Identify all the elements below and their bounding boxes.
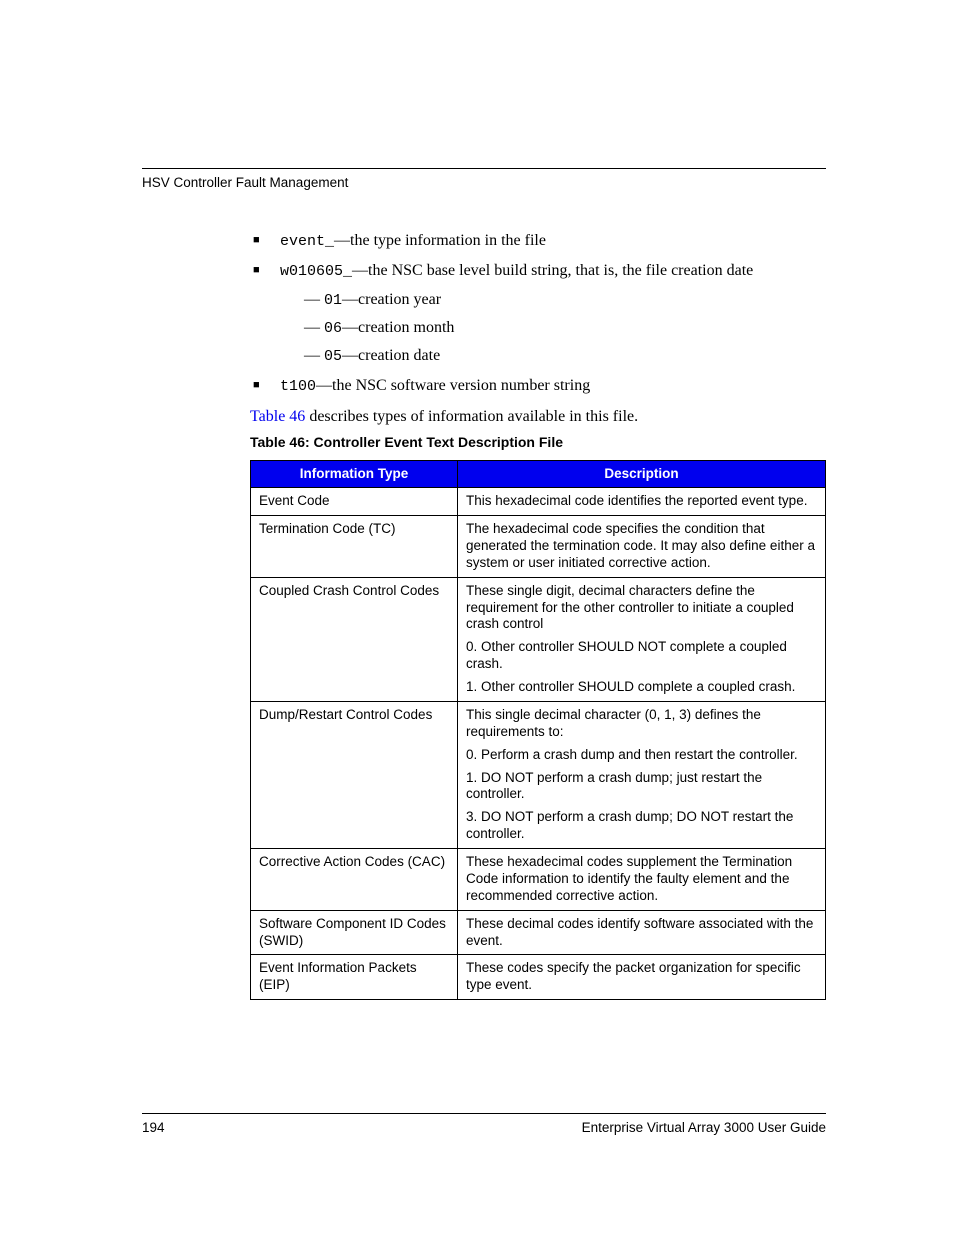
cell-text: 3. DO NOT perform a crash dump; DO NOT r… xyxy=(466,809,817,843)
table-row: Termination Code (TC) The hexadecimal co… xyxy=(251,516,826,578)
cell-desc: These codes specify the packet organizat… xyxy=(458,955,826,1000)
sub-text: —creation date xyxy=(342,347,440,364)
page: HSV Controller Fault Management event_—t… xyxy=(0,0,954,1235)
bullet-item: event_—the type information in the file xyxy=(250,230,826,252)
running-header: HSV Controller Fault Management xyxy=(142,175,826,190)
bullet-text: —the NSC software version number string xyxy=(316,377,590,394)
cell-type: Event Information Packets (EIP) xyxy=(251,955,458,1000)
code-text: 06 xyxy=(324,320,342,337)
cell-text: 1. DO NOT perform a crash dump; just res… xyxy=(466,770,817,804)
cell-desc: These decimal codes identify software as… xyxy=(458,910,826,955)
sub-item: 06—creation month xyxy=(304,317,826,339)
table-row: Corrective Action Codes (CAC) These hexa… xyxy=(251,849,826,911)
cell-text: These single digit, decimal characters d… xyxy=(466,583,817,634)
cell-text: 0. Perform a crash dump and then restart… xyxy=(466,747,817,764)
cell-text: This hexadecimal code identifies the rep… xyxy=(466,493,817,510)
cross-reference-link[interactable]: Table 46 xyxy=(250,408,305,425)
sub-text: —creation month xyxy=(342,319,454,336)
table-row: Event Information Packets (EIP) These co… xyxy=(251,955,826,1000)
code-text: event_ xyxy=(280,233,334,250)
sub-item: 05—creation date xyxy=(304,345,826,367)
sub-item: 01—creation year xyxy=(304,289,826,311)
cell-text: These codes specify the packet organizat… xyxy=(466,960,817,994)
cell-desc: This hexadecimal code identifies the rep… xyxy=(458,488,826,516)
table-header-type: Information Type xyxy=(251,460,458,487)
cell-type: Corrective Action Codes (CAC) xyxy=(251,849,458,911)
code-text: w010605_ xyxy=(280,263,352,280)
bullet-list: event_—the type information in the file … xyxy=(250,230,826,398)
cell-desc: This single decimal character (0, 1, 3) … xyxy=(458,701,826,848)
footer-title: Enterprise Virtual Array 3000 User Guide xyxy=(582,1120,826,1135)
table-row: Event Code This hexadecimal code identif… xyxy=(251,488,826,516)
bullet-text: —the type information in the file xyxy=(334,232,546,249)
cell-desc: These hexadecimal codes supplement the T… xyxy=(458,849,826,911)
table-header-description: Description xyxy=(458,460,826,487)
cell-text: This single decimal character (0, 1, 3) … xyxy=(466,707,817,741)
sub-list: 01—creation year 06—creation month 05—cr… xyxy=(304,289,826,368)
bullet-item: w010605_—the NSC base level build string… xyxy=(250,260,826,367)
cell-type: Software Component ID Codes (SWID) xyxy=(251,910,458,955)
footer: 194 Enterprise Virtual Array 3000 User G… xyxy=(142,1113,826,1135)
cell-text: 1. Other controller SHOULD complete a co… xyxy=(466,679,817,696)
cell-text: These hexadecimal codes supplement the T… xyxy=(466,854,817,905)
code-text: t100 xyxy=(280,378,316,395)
cell-desc: These single digit, decimal characters d… xyxy=(458,577,826,701)
page-number: 194 xyxy=(142,1120,165,1135)
cell-text: The hexadecimal code specifies the condi… xyxy=(466,521,817,572)
code-text: 01 xyxy=(324,292,342,309)
table-row: Software Component ID Codes (SWID) These… xyxy=(251,910,826,955)
code-text: 05 xyxy=(324,348,342,365)
table-row: Coupled Crash Control Codes These single… xyxy=(251,577,826,701)
table-row: Dump/Restart Control Codes This single d… xyxy=(251,701,826,848)
table-caption: Table 46: Controller Event Text Descript… xyxy=(250,433,826,452)
bullet-text: —the NSC base level build string, that i… xyxy=(352,262,753,279)
info-table: Information Type Description Event Code … xyxy=(250,460,826,1000)
paragraph: Table 46 describes types of information … xyxy=(250,406,826,428)
cell-type: Dump/Restart Control Codes xyxy=(251,701,458,848)
cell-type: Termination Code (TC) xyxy=(251,516,458,578)
cell-type: Event Code xyxy=(251,488,458,516)
bullet-item: t100—the NSC software version number str… xyxy=(250,375,826,397)
footer-rule xyxy=(142,1113,826,1114)
cell-text: These decimal codes identify software as… xyxy=(466,916,817,950)
content-area: event_—the type information in the file … xyxy=(250,230,826,1000)
cell-type: Coupled Crash Control Codes xyxy=(251,577,458,701)
cell-text: 0. Other controller SHOULD NOT complete … xyxy=(466,639,817,673)
sub-text: —creation year xyxy=(342,291,441,308)
header-rule xyxy=(142,168,826,169)
paragraph-text: describes types of information available… xyxy=(305,408,638,425)
cell-desc: The hexadecimal code specifies the condi… xyxy=(458,516,826,578)
